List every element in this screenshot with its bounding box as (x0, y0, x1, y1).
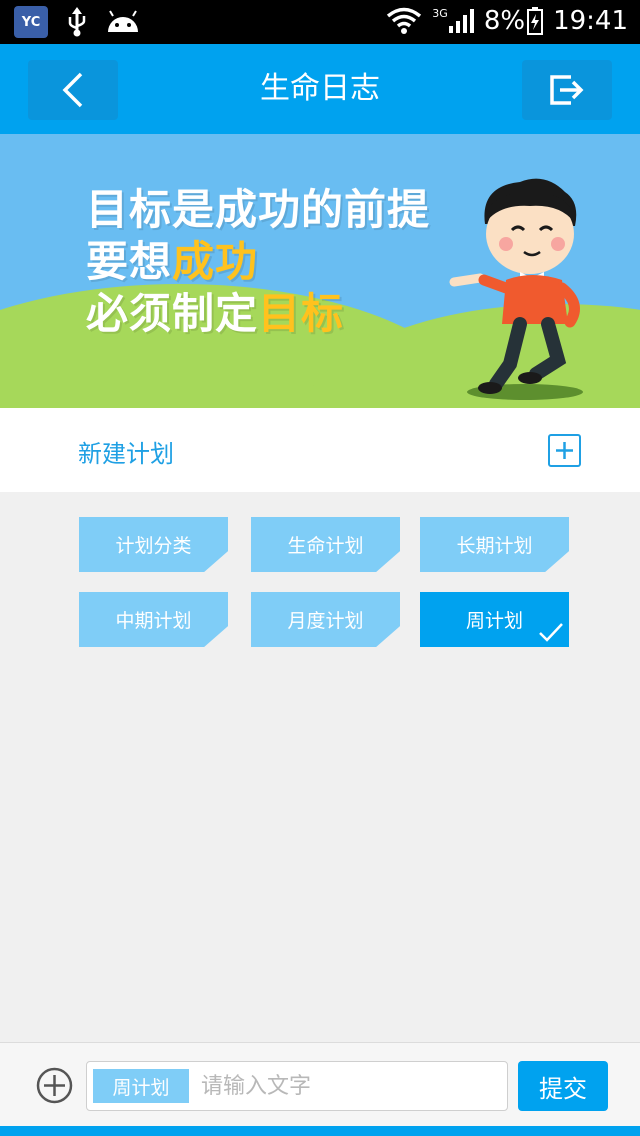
category-monthly-plan[interactable]: 月度计划 (251, 592, 400, 647)
android-icon (108, 10, 138, 32)
battery-percent: 8% (483, 6, 526, 36)
plus-icon (556, 442, 573, 459)
category-mid-term-plan[interactable]: 中期计划 (79, 592, 228, 647)
new-plan-add-button[interactable] (548, 434, 581, 467)
new-plan-label: 新建计划 (78, 440, 174, 468)
signal-icon (448, 9, 474, 33)
add-circle-button[interactable] (36, 1067, 73, 1104)
clock: 19:41 (553, 6, 628, 36)
message-input-box[interactable]: 周计划 (86, 1061, 508, 1111)
status-bar: YC 3G 8% 19:41 (0, 0, 640, 44)
bottom-accent-strip (0, 1126, 640, 1136)
logout-icon (550, 75, 584, 105)
text-input[interactable] (201, 1068, 501, 1104)
checkmark-icon (539, 623, 563, 642)
slogan-line-3: 必须制定目标 (86, 289, 345, 338)
category-long-term-plan[interactable]: 长期计划 (420, 517, 569, 572)
chevron-left-icon (62, 72, 83, 108)
banner-slogan: 目标是成功的前提 要想成功 必须制定目标 (86, 184, 430, 340)
category-weekly-plan[interactable]: 周计划 (420, 592, 569, 647)
wifi-icon (387, 7, 422, 34)
category-plan-types[interactable]: 计划分类 (79, 517, 228, 572)
input-bar: 周计划 提交 (0, 1042, 640, 1126)
submit-button[interactable]: 提交 (518, 1061, 608, 1111)
app-header: 生命日志 (0, 44, 640, 134)
category-life-plan[interactable]: 生命计划 (251, 517, 400, 572)
new-plan-row[interactable]: 新建计划 (0, 408, 640, 492)
network-type: 3G (432, 6, 448, 20)
cartoon-boy-illustration (449, 178, 583, 400)
motivation-banner: 目标是成功的前提 要想成功 必须制定目标 (0, 134, 640, 408)
back-button[interactable] (28, 60, 118, 120)
usb-icon (68, 7, 86, 37)
app-badge-icon: YC (14, 6, 48, 38)
slogan-line-1: 目标是成功的前提 (86, 185, 431, 234)
slogan-line-2: 要想成功 (86, 237, 259, 286)
selected-category-tag[interactable]: 周计划 (93, 1069, 189, 1103)
battery-charging-icon (527, 7, 544, 35)
logout-button[interactable] (522, 60, 612, 120)
